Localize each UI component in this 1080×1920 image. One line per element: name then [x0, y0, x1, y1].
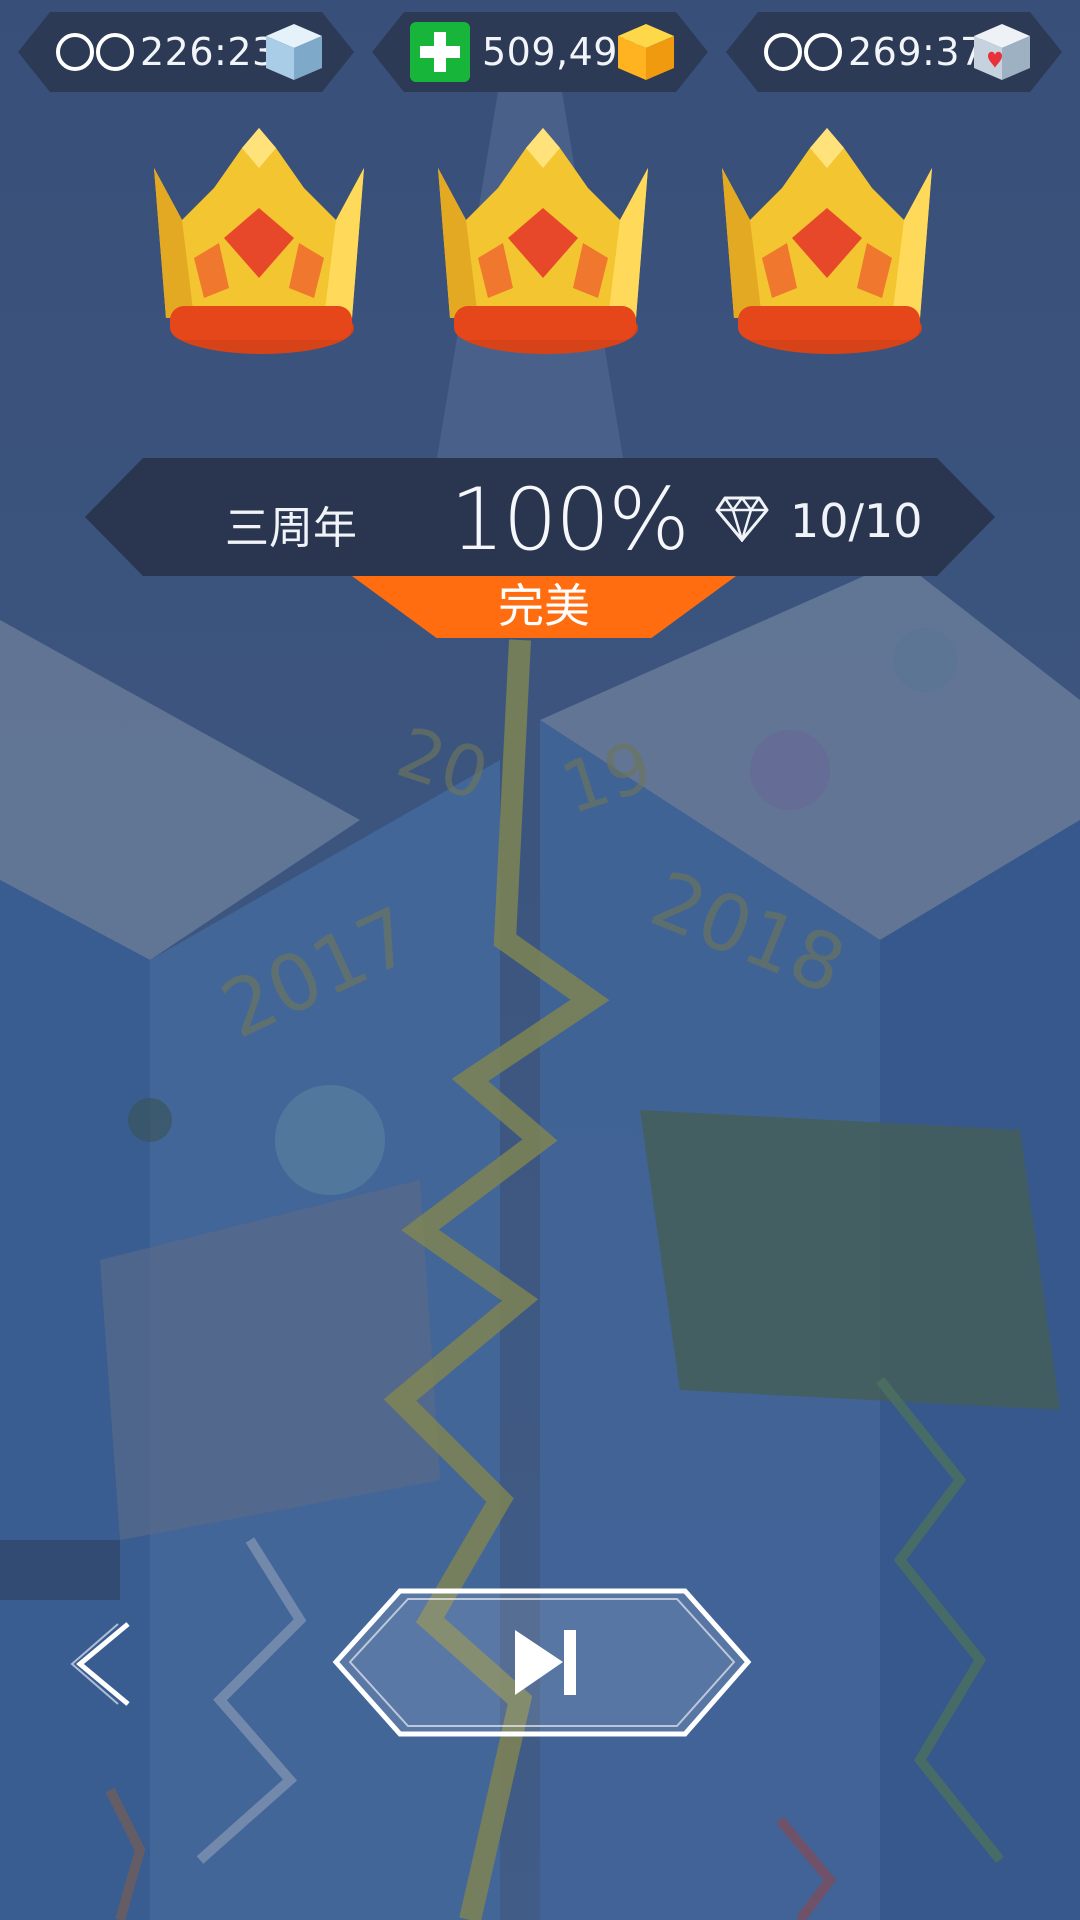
crown-icon [438, 128, 648, 354]
next-level-button[interactable] [330, 1585, 755, 1740]
blue-cube-icon [262, 20, 326, 84]
green-plus-icon[interactable] [408, 20, 472, 84]
level-name: 三周年 [225, 503, 357, 554]
heart-cube-icon [970, 20, 1034, 84]
infinity-icon [762, 32, 846, 72]
infinity-icon [54, 32, 138, 72]
crown-icon [722, 128, 932, 354]
completion-percent: 100% [450, 470, 690, 570]
diamond-icon [715, 495, 769, 542]
crown-icon [154, 128, 364, 354]
orange-gem-cube-icon [614, 20, 678, 84]
heart-timer-pill[interactable]: 269:37 [726, 12, 1062, 92]
gem-balance-pill[interactable]: 509,490 [372, 12, 708, 92]
chevron-left-icon[interactable] [70, 1620, 136, 1708]
life-timer-value: 226:23 [140, 30, 277, 74]
gem-count: 10/10 [790, 494, 923, 548]
life-timer-pill[interactable]: 226:23 [18, 12, 354, 92]
heart-timer-value: 269:37 [848, 30, 985, 74]
crown-rating [0, 128, 1080, 368]
top-resource-bar: 226:23 509,490 269:37 [0, 12, 1080, 92]
